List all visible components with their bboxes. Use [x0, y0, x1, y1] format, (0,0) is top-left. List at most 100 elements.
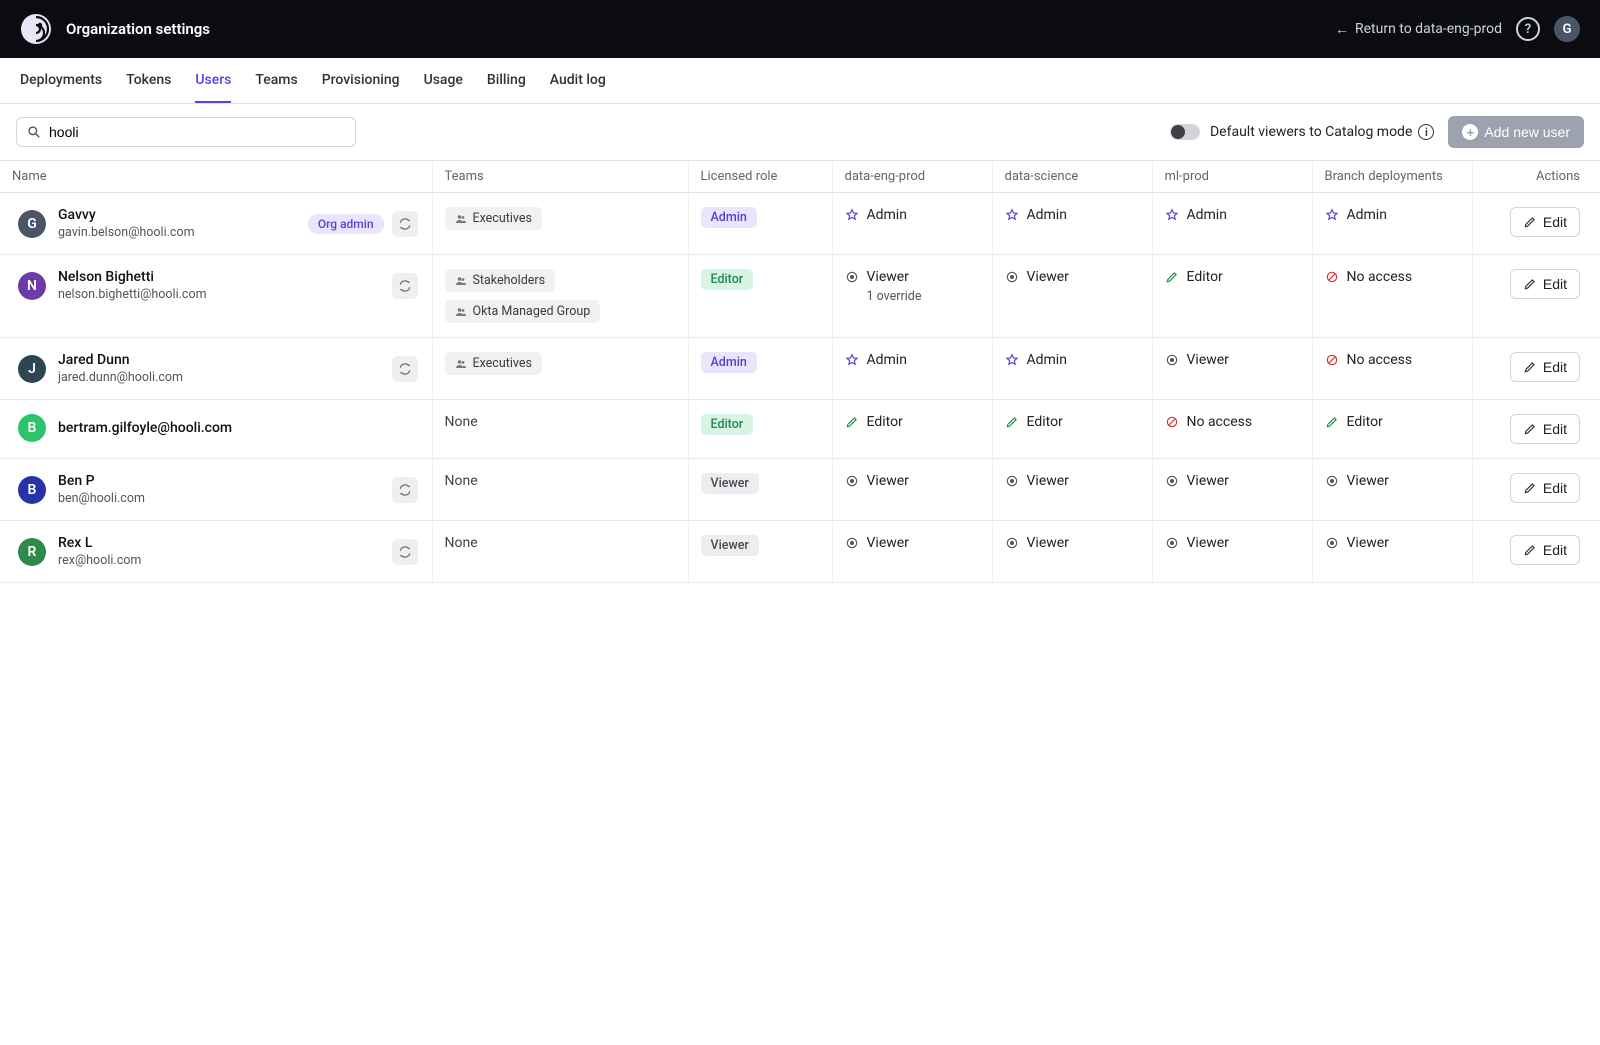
ban-icon [1325, 353, 1339, 367]
team-chip[interactable]: Executives [445, 352, 542, 375]
permission-label: Editor [1187, 269, 1223, 285]
tab-usage[interactable]: Usage [424, 58, 463, 103]
permission-label: No access [1187, 414, 1253, 430]
permission-label: No access [1347, 269, 1413, 285]
tab-tokens[interactable]: Tokens [126, 58, 171, 103]
edit-button[interactable]: Edit [1510, 352, 1580, 382]
search-input[interactable] [49, 124, 345, 140]
permission-label: Viewer [867, 269, 909, 285]
dot-icon [1005, 270, 1019, 284]
tab-teams[interactable]: Teams [255, 58, 297, 103]
sync-icon [392, 477, 418, 503]
edit-button[interactable]: Edit [1510, 414, 1580, 444]
table-body: GGavvygavin.belson@hooli.comOrg adminExe… [0, 193, 1600, 583]
add-user-button[interactable]: + Add new user [1448, 116, 1584, 148]
user-name: Jared Dunn [58, 352, 183, 368]
tab-billing[interactable]: Billing [487, 58, 526, 103]
user-email: jared.dunn@hooli.com [58, 370, 183, 385]
dot-icon [1005, 536, 1019, 550]
permission-label: Admin [867, 207, 907, 223]
avatar: N [18, 272, 46, 300]
table-row: GGavvygavin.belson@hooli.comOrg adminExe… [0, 193, 1600, 255]
edit-button[interactable]: Edit [1510, 473, 1580, 503]
dot-icon [845, 474, 859, 488]
col-actions: Actions [1472, 161, 1600, 193]
return-link[interactable]: ← Return to data-eng-prod [1335, 21, 1502, 38]
top-bar: Organization settings ← Return to data-e… [0, 0, 1600, 58]
licensed-role-badge: Viewer [701, 473, 759, 494]
permission-label: Viewer [1027, 473, 1069, 489]
catalog-mode-toggle[interactable] [1170, 124, 1200, 140]
table-header-row: NameTeamsLicensed roledata-eng-proddata-… [0, 161, 1600, 193]
user-email: ben@hooli.com [58, 491, 145, 506]
team-chip[interactable]: Stakeholders [445, 269, 556, 292]
table-row: BBen Pben@hooli.comNoneViewerViewerViewe… [0, 459, 1600, 521]
star-icon [845, 353, 859, 367]
table-row: Bbertram.gilfoyle@hooli.comNoneEditorEdi… [0, 400, 1600, 459]
permission-label: Viewer [1027, 535, 1069, 551]
tab-provisioning[interactable]: Provisioning [322, 58, 400, 103]
toolbar-right: Default viewers to Catalog mode i + Add … [1170, 116, 1584, 148]
licensed-role-badge: Admin [701, 352, 757, 373]
dot-icon [845, 270, 859, 284]
org-admin-badge: Org admin [308, 214, 384, 234]
avatar: B [18, 476, 46, 504]
permission-label: Admin [1027, 352, 1067, 368]
user-name: Nelson Bighetti [58, 269, 207, 285]
search-box[interactable] [16, 117, 356, 147]
teams-none: None [445, 414, 478, 430]
user-email: bertram.gilfoyle@hooli.com [58, 420, 232, 436]
pencil-icon [1005, 415, 1019, 429]
help-icon[interactable]: ? [1516, 17, 1540, 41]
col-ml-prod: ml-prod [1152, 161, 1312, 193]
sync-icon [392, 539, 418, 565]
sync-icon [392, 273, 418, 299]
col-data-science: data-science [992, 161, 1152, 193]
team-chip[interactable]: Okta Managed Group [445, 300, 601, 323]
table-row: N Nelson Bighetti nelson.bighetti@hooli.co… [0, 255, 1600, 338]
permission-label: Viewer [1187, 535, 1229, 551]
tabs-row: Deployments Tokens Users Teams Provisioning U… [0, 58, 1600, 104]
avatar: J [18, 355, 46, 383]
team-chip[interactable]: Executives [445, 207, 542, 230]
licensed-role-badge: Editor [701, 269, 754, 290]
info-icon[interactable]: i [1418, 124, 1434, 140]
current-user-avatar[interactable]: G [1554, 16, 1580, 42]
dot-icon [1165, 353, 1179, 367]
avatar: R [18, 538, 46, 566]
licensed-role-badge: Viewer [701, 535, 759, 556]
permission-label: Admin [1027, 207, 1067, 223]
dot-icon [1005, 474, 1019, 488]
user-name: Ben P [58, 473, 145, 489]
table-row: RRex Lrex@hooli.comNoneViewerViewerViewe… [0, 521, 1600, 583]
dot-icon [1325, 474, 1339, 488]
top-bar-right: ← Return to data-eng-prod ? G [1335, 16, 1580, 42]
permission-label: Admin [1347, 207, 1387, 223]
star-icon [1165, 208, 1179, 222]
dot-icon [1165, 474, 1179, 488]
user-email: nelson.bighetti@hooli.com [58, 287, 207, 302]
catalog-mode-toggle-wrap: Default viewers to Catalog mode i [1170, 124, 1434, 140]
permission-label: Viewer [867, 535, 909, 551]
star-icon [1005, 353, 1019, 367]
edit-button[interactable]: Edit [1510, 269, 1580, 299]
edit-button[interactable]: Edit [1510, 535, 1580, 565]
edit-button[interactable]: Edit [1510, 207, 1580, 237]
dot-icon [1325, 536, 1339, 550]
users-table: NameTeamsLicensed roledata-eng-proddata-… [0, 160, 1600, 583]
app-logo [20, 13, 52, 45]
permission-label: Admin [867, 352, 907, 368]
permission-label: Viewer [1347, 535, 1389, 551]
permission-label: No access [1347, 352, 1413, 368]
pencil-icon [1165, 270, 1179, 284]
tab-deployments[interactable]: Deployments [20, 58, 102, 103]
permission-label: Editor [867, 414, 903, 430]
permission-label: Viewer [1187, 352, 1229, 368]
ban-icon [1165, 415, 1179, 429]
permission-label: Viewer [1027, 269, 1069, 285]
top-bar-left: Organization settings [20, 13, 210, 45]
tab-audit-log[interactable]: Audit log [550, 58, 606, 103]
tab-users[interactable]: Users [195, 58, 231, 103]
licensed-role-badge: Admin [701, 207, 757, 228]
pencil-icon [1325, 415, 1339, 429]
